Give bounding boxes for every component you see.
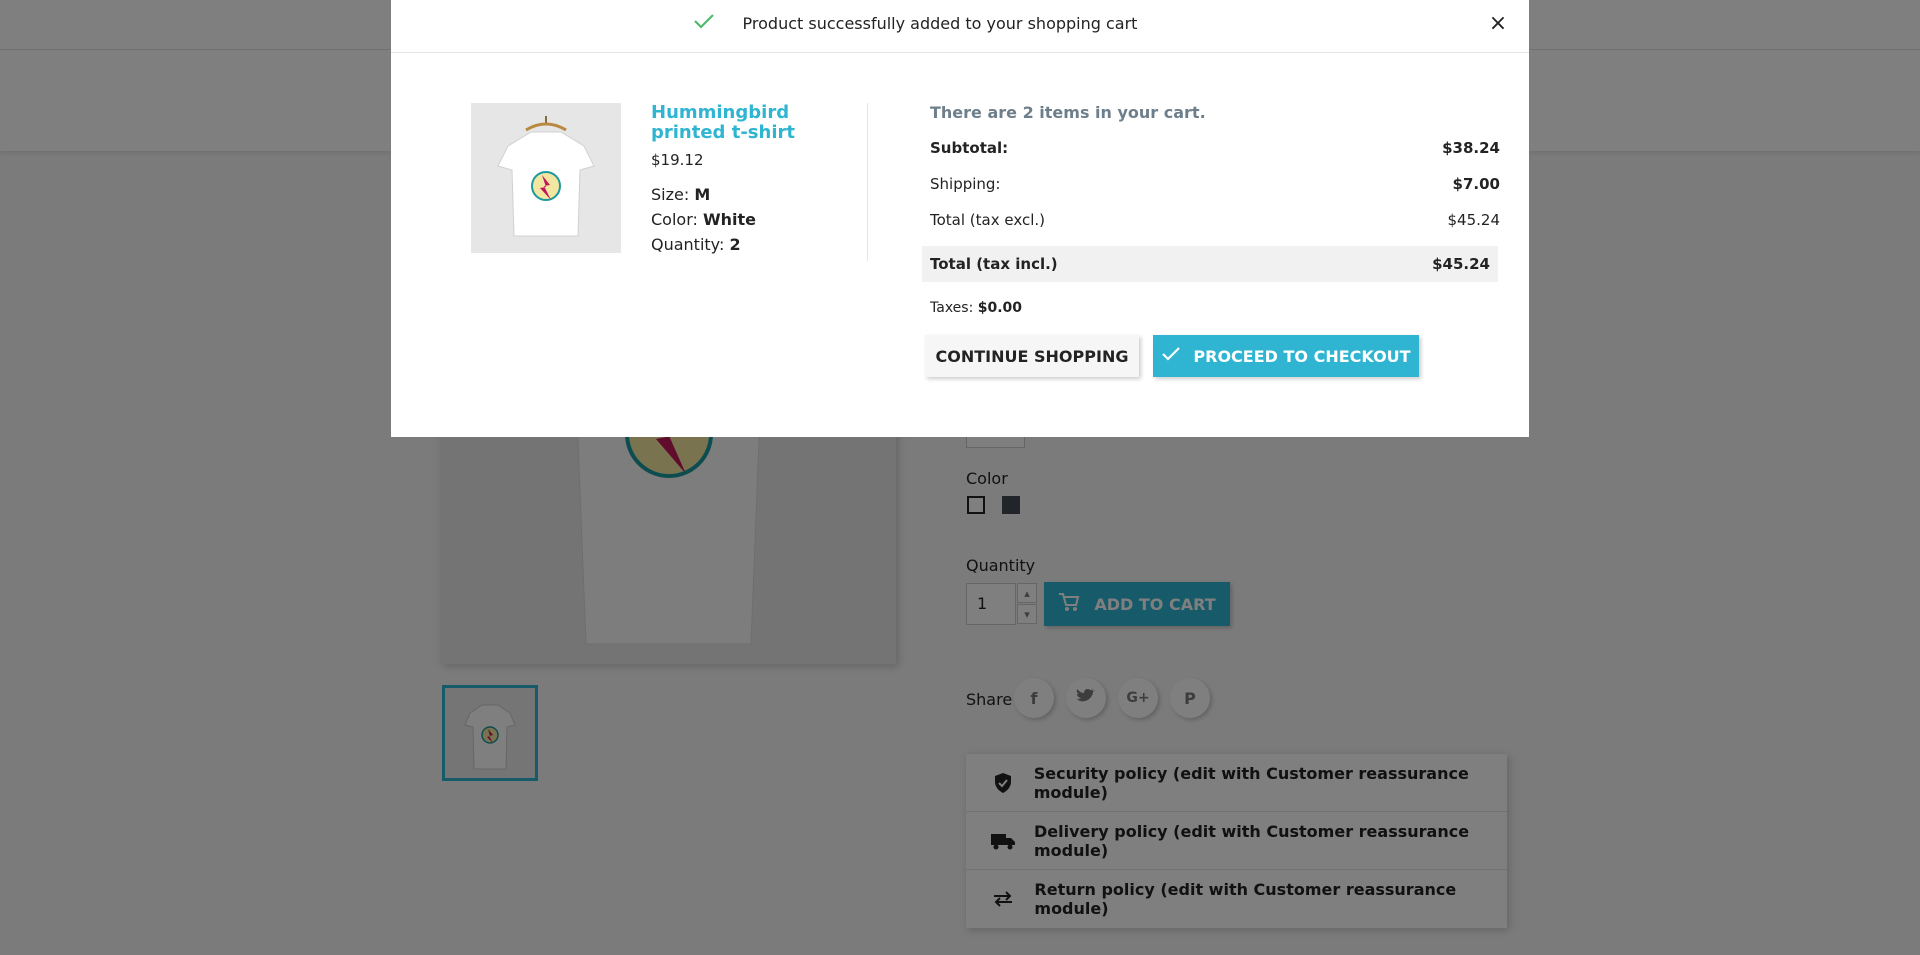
size-value: M [694,185,711,204]
check-icon [693,11,715,35]
total-incl-value: $45.24 [1432,255,1490,273]
add-to-cart-modal: Product successfully added to your shopp… [391,0,1529,437]
modal-title: Product successfully added to your shopp… [391,0,1529,46]
close-icon: × [1488,10,1508,36]
quantity-value: 2 [729,235,741,254]
taxes-row: Taxes: $0.00 [930,300,1022,316]
subtotal-label: Subtotal: [930,139,1009,157]
subtotal-row: Subtotal: $38.24 [930,139,1500,157]
shipping-label: Shipping: [930,175,1001,193]
cart-product-image [471,103,621,253]
close-button[interactable]: × [1485,10,1511,36]
vertical-divider [867,103,868,261]
check-icon [1161,346,1181,366]
checkout-label: PROCEED TO CHECKOUT [1193,346,1411,366]
taxes-label: Taxes: [930,300,974,316]
taxes-value: $0.00 [977,300,1023,316]
color-value: White [702,210,757,229]
size-label: Size: [651,185,690,204]
cart-product-price: $19.12 [651,151,704,169]
total-excl-value: $45.24 [1447,211,1501,229]
cart-product-color: Color: White [651,210,756,229]
cart-product-size: Size: M [651,185,710,204]
color-label: Color: [651,210,698,229]
total-incl-label: Total (tax incl.) [930,255,1058,273]
subtotal-value: $38.24 [1442,139,1500,157]
continue-shopping-button[interactable]: CONTINUE SHOPPING [925,335,1139,377]
cart-item-count: There are 2 items in your cart. [930,103,1206,122]
shipping-value: $7.00 [1452,175,1500,193]
proceed-to-checkout-button[interactable]: PROCEED TO CHECKOUT [1153,335,1419,377]
cart-product-name[interactable]: Hummingbird printed t-shirt [651,103,861,143]
modal-header: Product successfully added to your shopp… [391,0,1529,53]
total-excl-label: Total (tax excl.) [930,211,1045,229]
total-incl-row: Total (tax incl.) $45.24 [922,246,1498,282]
cart-product-quantity: Quantity: 2 [651,235,741,254]
quantity-label: Quantity: [651,235,725,254]
modal-title-text: Product successfully added to your shopp… [742,13,1138,33]
shipping-row: Shipping: $7.00 [930,175,1500,193]
total-excl-row: Total (tax excl.) $45.24 [930,211,1500,229]
